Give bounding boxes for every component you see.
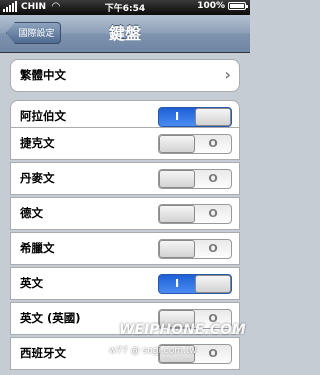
watermark-site: w77 @ sogi.com.tw [109,346,197,356]
toggle-off-glyph: O [208,242,218,255]
list-item[interactable]: 捷克文 O [10,127,240,160]
toggle-switch[interactable]: I [158,274,232,294]
row-label: 希臘文 [20,241,55,255]
list-item[interactable]: 德文 O [10,197,240,230]
list-item[interactable]: 丹麥文 O [10,162,240,195]
watermark: WEIPHONE.COM w77 @ sogi.com.tw [109,322,246,368]
watermark-logo: WEIPHONE.COM [119,322,246,338]
list-item[interactable]: 希臘文 O [10,232,240,265]
battery-fill [230,4,244,8]
status-right: 100% [197,1,248,11]
toggle-off-glyph: O [208,172,218,185]
toggle-knob[interactable] [159,170,195,188]
toggle-knob[interactable] [195,108,231,126]
toggle-off-glyph: O [208,207,218,220]
battery-percent: 100% [197,1,225,11]
toggle-off-glyph: O [208,137,218,150]
toggle-switch[interactable]: O [158,204,232,224]
toggle-switch[interactable]: O [158,169,232,189]
battery-icon [228,2,248,10]
toggle-switch[interactable]: O [158,134,232,154]
toggle-knob[interactable] [195,275,231,293]
toggle-on-glyph: I [174,110,180,123]
toggle-knob[interactable] [159,240,195,258]
toggle-knob[interactable] [159,135,195,153]
back-button[interactable]: 國際設定 [6,22,61,44]
chevron-right-icon: › [224,65,231,84]
list-item[interactable]: 英文 I [10,267,240,300]
navigation-bar: 鍵盤 國際設定 [0,15,250,53]
row-label: 德文 [20,206,43,220]
row-label: 英文 [20,276,43,290]
toggle-on-glyph: I [174,277,180,290]
status-bar: CHIN ◠ 下午6:54 100% [0,0,250,15]
toggle-knob[interactable] [159,205,195,223]
row-label: 丹麥文 [20,171,55,185]
row-label: 繁體中文 [20,68,66,82]
toggle-switch[interactable]: I [158,107,232,127]
row-label: 捷克文 [20,136,55,150]
toggle-switch[interactable]: O [158,239,232,259]
list-item[interactable]: 繁體中文 › [10,59,240,92]
row-label: 西班牙文 [20,346,66,360]
row-label: 英文 (英國) [20,311,81,325]
